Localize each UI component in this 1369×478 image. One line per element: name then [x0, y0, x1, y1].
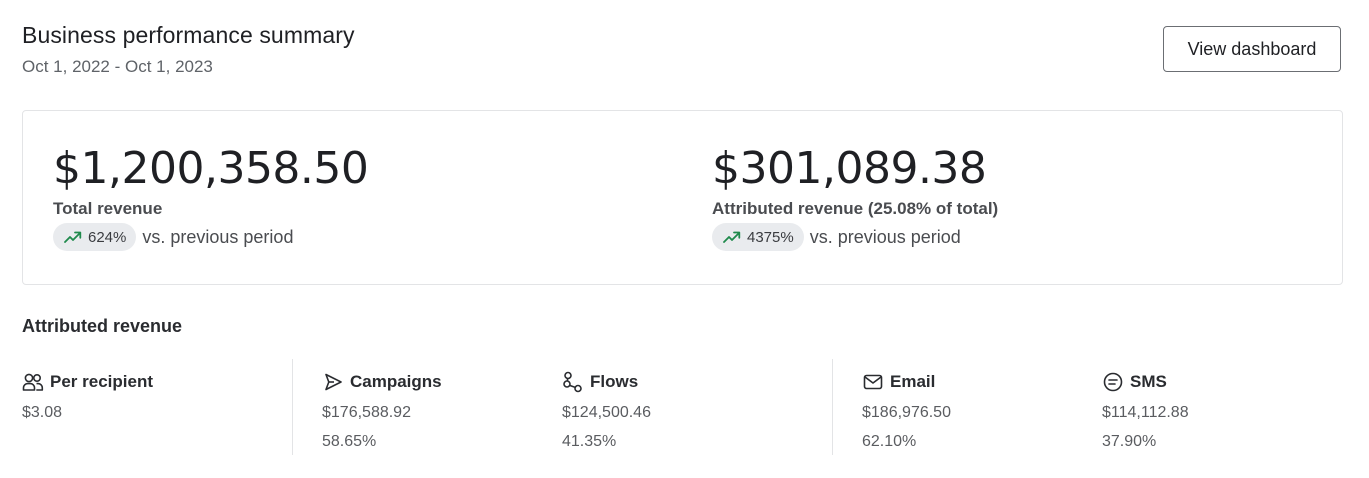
view-dashboard-button[interactable]: View dashboard [1163, 26, 1341, 72]
attributed-revenue-change-badge: 4375% [712, 223, 804, 251]
page-title: Business performance summary [22, 22, 355, 48]
attributed-revenue-compare: 4375% vs. previous period [712, 223, 998, 251]
stat-label: Email [890, 372, 936, 391]
stat-label: Flows [590, 372, 639, 391]
total-revenue-change-badge: 624% [53, 223, 137, 251]
trend-up-icon [723, 231, 741, 243]
stat-value: $114,112.88 [1102, 404, 1189, 421]
stat-campaigns: Campaigns $176,588.92 58.65% [322, 370, 442, 451]
sms-icon [1102, 371, 1124, 393]
stat-label: Per recipient [50, 372, 153, 391]
attributed-revenue-section-title: Attributed revenue [22, 316, 183, 336]
send-icon [322, 371, 344, 393]
total-revenue-vs-text: vs. previous period [142, 226, 294, 247]
stat-value: $3.08 [22, 404, 63, 421]
stat-value: $176,588.92 [322, 404, 411, 421]
stat-label: SMS [1130, 372, 1167, 391]
stat-email: Email $186,976.50 62.10% [862, 370, 951, 451]
trend-up-icon [64, 231, 82, 243]
stat-value: $124,500.46 [562, 404, 651, 421]
date-range: Oct 1, 2022 - Oct 1, 2023 [22, 57, 213, 76]
stat-flows: Flows $124,500.46 41.35% [562, 370, 651, 451]
total-revenue-amount: $1,200,358.50 [53, 143, 369, 194]
total-revenue-label: Total revenue [53, 199, 163, 218]
attributed-revenue-amount: $301,089.38 [712, 143, 987, 194]
stat-percent: 62.10% [862, 433, 917, 450]
attributed-revenue-label: Attributed revenue (25.08% of total) [712, 199, 999, 218]
attributed-revenue-vs-text: vs. previous period [809, 226, 961, 247]
stat-percent: 37.90% [1102, 433, 1157, 450]
divider [832, 359, 833, 455]
flow-icon [562, 371, 584, 393]
users-icon [22, 371, 44, 393]
stat-sms: SMS $114,112.88 37.90% [1102, 370, 1189, 451]
mail-icon [862, 371, 884, 393]
total-revenue-change-value: 624% [88, 228, 127, 246]
stat-value: $186,976.50 [862, 404, 951, 421]
stat-per-recipient: Per recipient $3.08 [22, 370, 153, 422]
stat-percent: 41.35% [562, 433, 617, 450]
attributed-revenue-change-value: 4375% [747, 228, 794, 246]
divider [292, 359, 293, 455]
stat-label: Campaigns [350, 372, 442, 391]
total-revenue-compare: 624% vs. previous period [53, 223, 368, 251]
attributed-revenue-metric: $301,089.38 Attributed revenue (25.08% o… [712, 141, 998, 251]
business-performance-page: Business performance summary Oct 1, 2022… [0, 0, 1369, 478]
total-revenue-metric: $1,200,358.50 Total revenue 624% vs. pre… [53, 141, 369, 251]
stat-percent: 58.65% [322, 433, 377, 450]
summary-card: $1,200,358.50 Total revenue 624% vs. pre… [22, 110, 1343, 285]
